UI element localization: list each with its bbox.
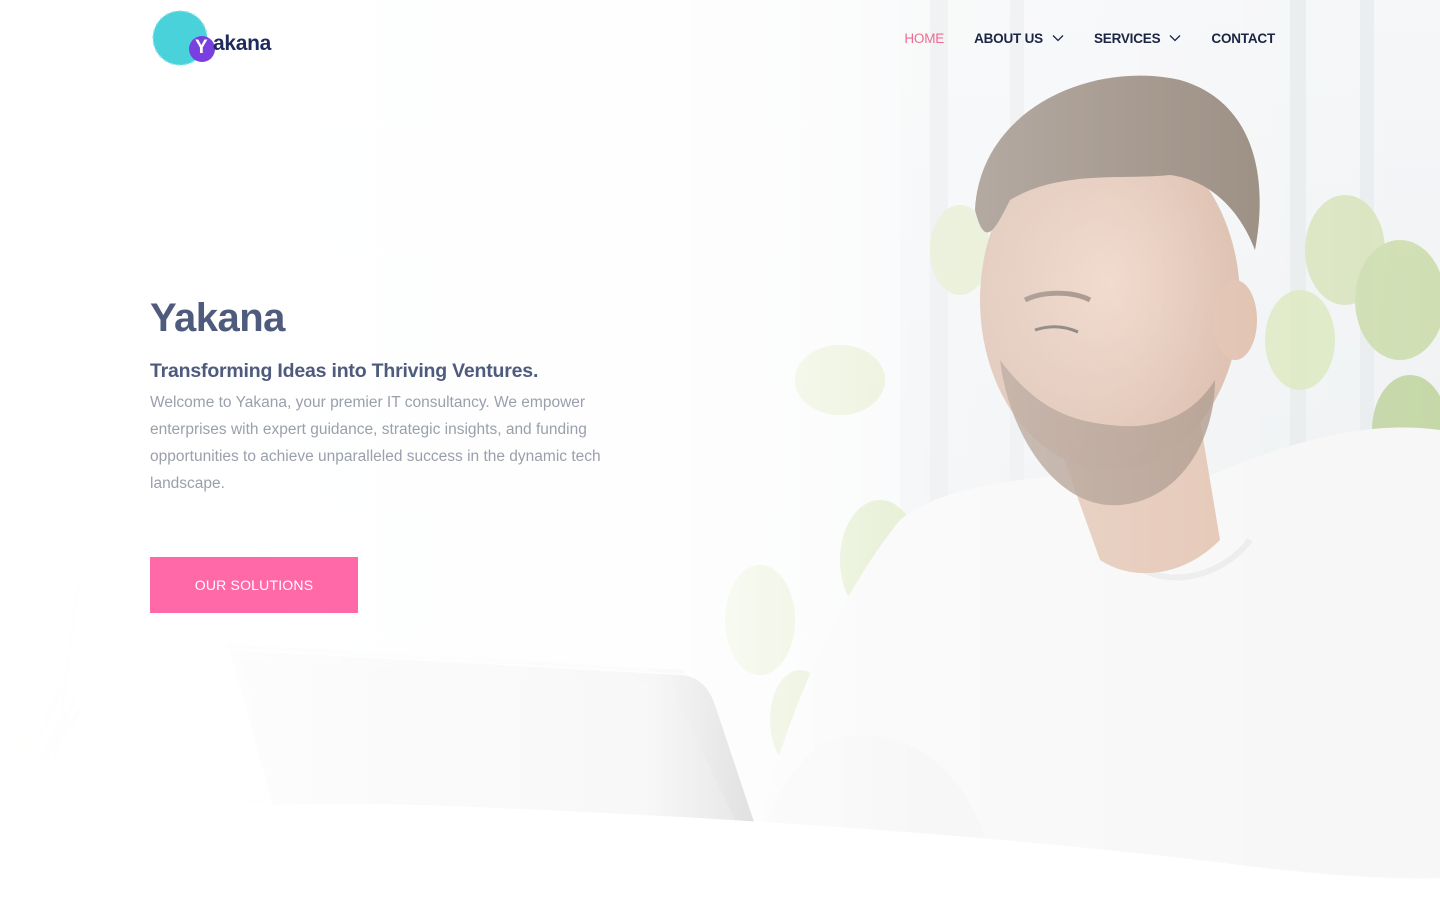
chevron-down-icon <box>1169 35 1181 42</box>
logo-letter: Y <box>195 37 208 58</box>
hero-subtitle: Transforming Ideas into Thriving Venture… <box>150 360 539 382</box>
nav-contact[interactable]: CONTACT <box>1211 31 1275 46</box>
chevron-down-icon <box>1052 35 1064 42</box>
our-solutions-button[interactable]: OUR SOLUTIONS <box>150 557 358 613</box>
nav-about-us-label: ABOUT US <box>974 30 1043 46</box>
nav-about-us[interactable]: ABOUT US <box>974 31 1064 46</box>
nav-home[interactable]: HOME <box>904 31 944 46</box>
hero-title: Yakana <box>150 296 285 340</box>
nav-home-label: HOME <box>904 30 945 46</box>
nav-services-label: SERVICES <box>1093 30 1161 46</box>
site-header: Y akana HOME ABOUT US SERVICES CONTACT <box>0 0 1440 80</box>
brand-logo[interactable]: Y akana <box>150 8 280 68</box>
hero-description: Welcome to Yakana, your premier IT consu… <box>150 394 601 492</box>
nav-services[interactable]: SERVICES <box>1094 31 1181 46</box>
main-navigation: HOME ABOUT US SERVICES CONTACT <box>874 24 1275 52</box>
logo-wordmark: akana <box>213 32 272 55</box>
nav-contact-label: CONTACT <box>1211 30 1275 46</box>
